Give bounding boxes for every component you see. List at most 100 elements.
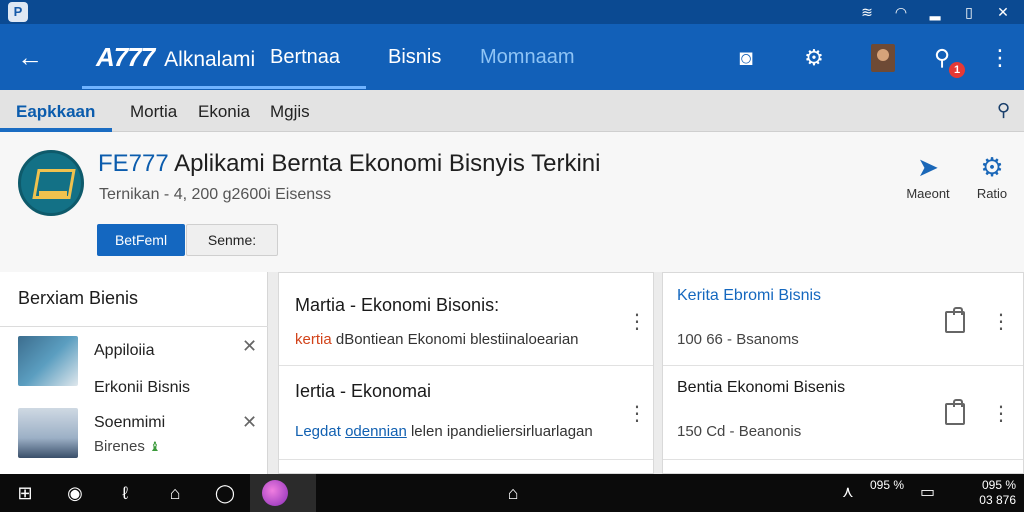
category-tab-ekonia[interactable]: Ekonia: [198, 102, 250, 122]
tab-bertnaa[interactable]: Bertnaa: [270, 46, 340, 69]
signal-icon: ≋: [861, 4, 873, 20]
ratio-action[interactable]: ⚙ Ratio: [960, 152, 1024, 201]
sidebar-item-subtitle[interactable]: Erkonii Bisnis: [94, 379, 190, 397]
sidebar-item-title[interactable]: Soenmimi: [94, 414, 165, 432]
news-description-text: dBontiean Ekonomi blestiinaloearian: [331, 331, 579, 348]
news-title[interactable]: Iertia - Ekonomai: [295, 381, 431, 402]
news-description: Legdat odennian lelen ipandieliersirluar…: [295, 423, 593, 440]
news-title[interactable]: Martia - Ekonomi Bisonis:: [295, 295, 499, 316]
divider: [279, 365, 653, 366]
windows-start-icon[interactable]: ⊞: [10, 478, 40, 508]
news-description-text: lelen ipandieliersirluarlagan: [406, 423, 593, 440]
app-title-code: FE777: [98, 150, 169, 177]
bookmark-icon[interactable]: [945, 307, 965, 333]
news-card-list: Martia - Ekonomi Bisonis: kertia dBontie…: [278, 272, 654, 474]
news-title[interactable]: Kerita Ebromi Bisnis: [677, 287, 821, 305]
settings-button[interactable]: ⚙: [796, 40, 832, 76]
clock-date: 03 876: [979, 493, 1016, 507]
tray-battery[interactable]: 095 %: [870, 478, 920, 493]
category-bar: Eapkkaan Mortia Ekonia Mgjis ⚲: [0, 90, 1024, 132]
avatar[interactable]: [871, 44, 895, 72]
active-tab-indicator: [82, 86, 366, 89]
divider: [0, 326, 268, 327]
tab-momnaam[interactable]: Momnaam: [480, 46, 574, 69]
close-icon[interactable]: ✕: [242, 412, 257, 433]
sidebar-thumbnail[interactable]: [18, 336, 78, 386]
sidebar-item-subtitle-text: Birenes: [94, 438, 145, 455]
brand-name: Alknalami: [164, 48, 256, 71]
share-arrow-icon: ➤: [917, 152, 939, 182]
brand: A777 Alknalami: [96, 42, 255, 73]
taskbar: ⊞ ◉ ℓ ⌂ ◯ ⌂ ⋏ ▭ 095 % 095 % 03 876: [0, 474, 1024, 512]
sidebar-item-subtitle[interactable]: Birenes ♝: [94, 438, 161, 455]
status-icons: ≋ ◠ ▂ ▯ ✕: [858, 2, 1012, 22]
more-options-icon[interactable]: ⋮: [627, 401, 647, 426]
pen-icon[interactable]: ℓ: [110, 478, 140, 508]
pin-icon: ♝: [149, 439, 161, 454]
brand-logo: A777: [96, 42, 155, 72]
more-options-icon[interactable]: ⋮: [627, 309, 647, 334]
tab-bisnis[interactable]: Bisnis: [388, 46, 441, 69]
news-tag[interactable]: kertia: [295, 331, 332, 348]
divider: [279, 459, 653, 460]
home-button-icon[interactable]: ⌂: [498, 478, 528, 508]
battery-icon: ▯: [965, 4, 973, 20]
close-icon[interactable]: ✕: [994, 2, 1012, 22]
app-subtitle: Ternikan - 4, 200 g2600i Eisenss: [99, 186, 332, 203]
arrow-left-icon: ←: [17, 42, 43, 72]
sidebar: Berxiam Bienis Appiloiia Erkonii Bisnis …: [0, 272, 268, 474]
app-title: FE777 Aplikami Bernta Ekonomi Bisnyis Te…: [98, 150, 600, 178]
clock-time: 095 %: [981, 478, 1016, 492]
bookmark-icon[interactable]: [945, 399, 965, 425]
sidebar-thumbnail[interactable]: [18, 408, 78, 458]
more-options-icon[interactable]: ⋮: [991, 309, 1011, 334]
secondary-button[interactable]: Senme:: [186, 224, 278, 256]
camera-button[interactable]: ◙: [728, 40, 764, 76]
gear-icon: ⚙: [804, 45, 824, 70]
more-options-icon[interactable]: ⋮: [991, 401, 1011, 426]
news-card-list: Kerita Ebromi Bisnis 100 66 - Bsanoms ⋮ …: [662, 272, 1024, 474]
app-logo: [18, 150, 84, 216]
status-bar: P ≋ ◠ ▂ ▯ ✕: [0, 0, 1024, 24]
back-button[interactable]: ←: [12, 40, 48, 76]
sidebar-item-title[interactable]: Appiloiia: [94, 342, 154, 360]
news-meta: 100 66 - Bsanoms: [677, 331, 799, 348]
clock[interactable]: 095 % 03 876: [979, 478, 1016, 508]
primary-button[interactable]: BetFeml: [97, 224, 185, 256]
divider: [663, 365, 1023, 366]
app-shortcut-icon[interactable]: P: [8, 2, 28, 22]
app-header: FE777 Aplikami Bernta Ekonomi Bisnyis Te…: [0, 132, 1024, 272]
app-bar: ← A777 Alknalami Bertnaa Bisnis Momnaam …: [0, 24, 1024, 90]
close-icon[interactable]: ✕: [242, 336, 257, 357]
network-icon[interactable]: ⋏: [842, 482, 854, 502]
gear-icon: ⚙: [980, 152, 1004, 182]
more-menu-button[interactable]: ⋮: [982, 40, 1018, 76]
display-icon[interactable]: ▭: [920, 482, 935, 502]
home-icon[interactable]: ⌂: [160, 478, 190, 508]
news-description: kertia dBontiean Ekonomi blestiinaloeari…: [295, 331, 579, 348]
news-link[interactable]: odennian: [345, 423, 407, 440]
news-meta: 150 Cd - Beanonis: [677, 423, 802, 440]
news-tag[interactable]: Legdat: [295, 423, 341, 440]
notification-badge: 1: [949, 62, 965, 78]
search-icon: ⚲: [933, 45, 951, 70]
battery-level-icon: ▂: [929, 4, 941, 20]
active-app-icon[interactable]: [262, 480, 288, 506]
browser-icon[interactable]: ◉: [60, 478, 90, 508]
ratio-action-label: Ratio: [976, 186, 1008, 201]
category-tab-eapkkaan[interactable]: Eapkkaan: [16, 102, 95, 122]
kebab-menu-icon: ⋮: [989, 45, 1011, 70]
wifi-icon: ◠: [894, 4, 908, 20]
divider: [663, 459, 1023, 460]
camera-icon: ◙: [739, 45, 753, 70]
battery-percent: 095 %: [870, 478, 905, 492]
category-search-icon[interactable]: ⚲: [997, 100, 1010, 121]
category-tab-mgjis[interactable]: Mgjis: [270, 102, 310, 122]
news-title[interactable]: Bentia Ekonomi Bisenis: [677, 379, 845, 397]
screen: P ≋ ◠ ▂ ▯ ✕ ← A777 Alknalami Bertnaa Bis…: [0, 0, 1024, 512]
category-tab-mortia[interactable]: Mortia: [130, 102, 177, 122]
sidebar-title: Berxiam Bienis: [18, 288, 139, 308]
circle-app-icon[interactable]: ◯: [210, 478, 240, 508]
share-action[interactable]: ➤ Maeont: [896, 152, 960, 201]
app-title-text: Aplikami Bernta Ekonomi Bisnyis Terkini: [174, 150, 601, 177]
